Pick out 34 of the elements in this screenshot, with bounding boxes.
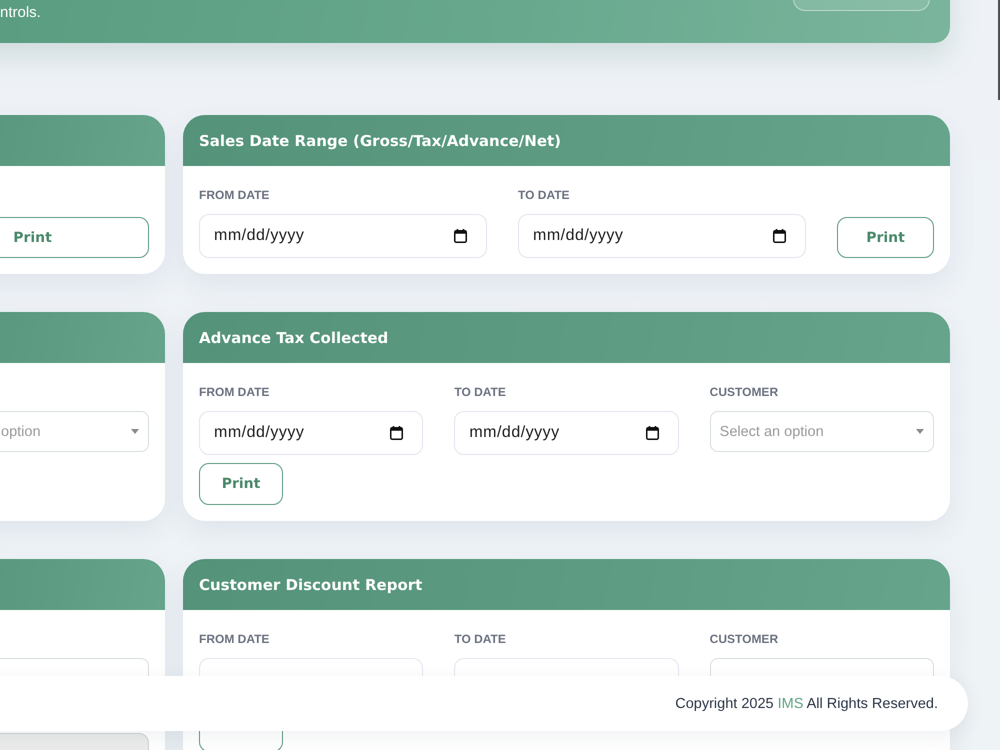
calendar-icon[interactable] [390, 426, 404, 440]
date-field[interactable]: mm/dd/yyyy [454, 411, 679, 455]
scrollbar-thumb[interactable] [998, 0, 1000, 100]
date-field[interactable] [199, 658, 424, 676]
ims-link[interactable]: IMS [778, 696, 804, 712]
field-label: TO DATE [454, 385, 507, 400]
calendar-icon[interactable] [773, 229, 786, 243]
caret-icon [131, 429, 139, 434]
field-label: TO DATE [454, 632, 507, 647]
caret-icon [916, 429, 924, 434]
date-field[interactable]: mm/dd/yyyy [199, 214, 487, 258]
field-label: TO DATE [518, 188, 571, 203]
outline-button[interactable] [199, 731, 283, 750]
field-label: CUSTOMER [710, 632, 780, 647]
card-title: Advance Tax Collected [199, 328, 388, 346]
card-title: Sales Date Range (Gross/Tax/Advance/Net) [199, 132, 562, 150]
field-label: FROM DATE [199, 188, 270, 203]
date-field[interactable] [454, 658, 679, 676]
print-button[interactable]: Print [199, 463, 283, 505]
select-field[interactable] [710, 658, 934, 676]
card-title: Customer Discount Report [199, 576, 422, 594]
field-label: FROM DATE [199, 385, 270, 400]
select-field[interactable]: option [0, 411, 149, 452]
print-button[interactable]: Print [0, 217, 149, 258]
date-field[interactable]: mm/dd/yyyy [518, 214, 806, 258]
date-field[interactable]: mm/dd/yyyy [199, 411, 424, 455]
calendar-icon[interactable] [646, 426, 659, 440]
calendar-icon[interactable] [454, 229, 467, 243]
select-field[interactable]: Select an option [710, 411, 934, 452]
copyright-text: Copyright 2025 IMS All Rights Reserved. [675, 696, 938, 712]
field-label: CUSTOMER [710, 385, 780, 400]
print-button[interactable]: Print [837, 217, 934, 258]
banner-subtitle: ntrols. [0, 5, 41, 21]
field-label: FROM DATE [199, 632, 270, 647]
